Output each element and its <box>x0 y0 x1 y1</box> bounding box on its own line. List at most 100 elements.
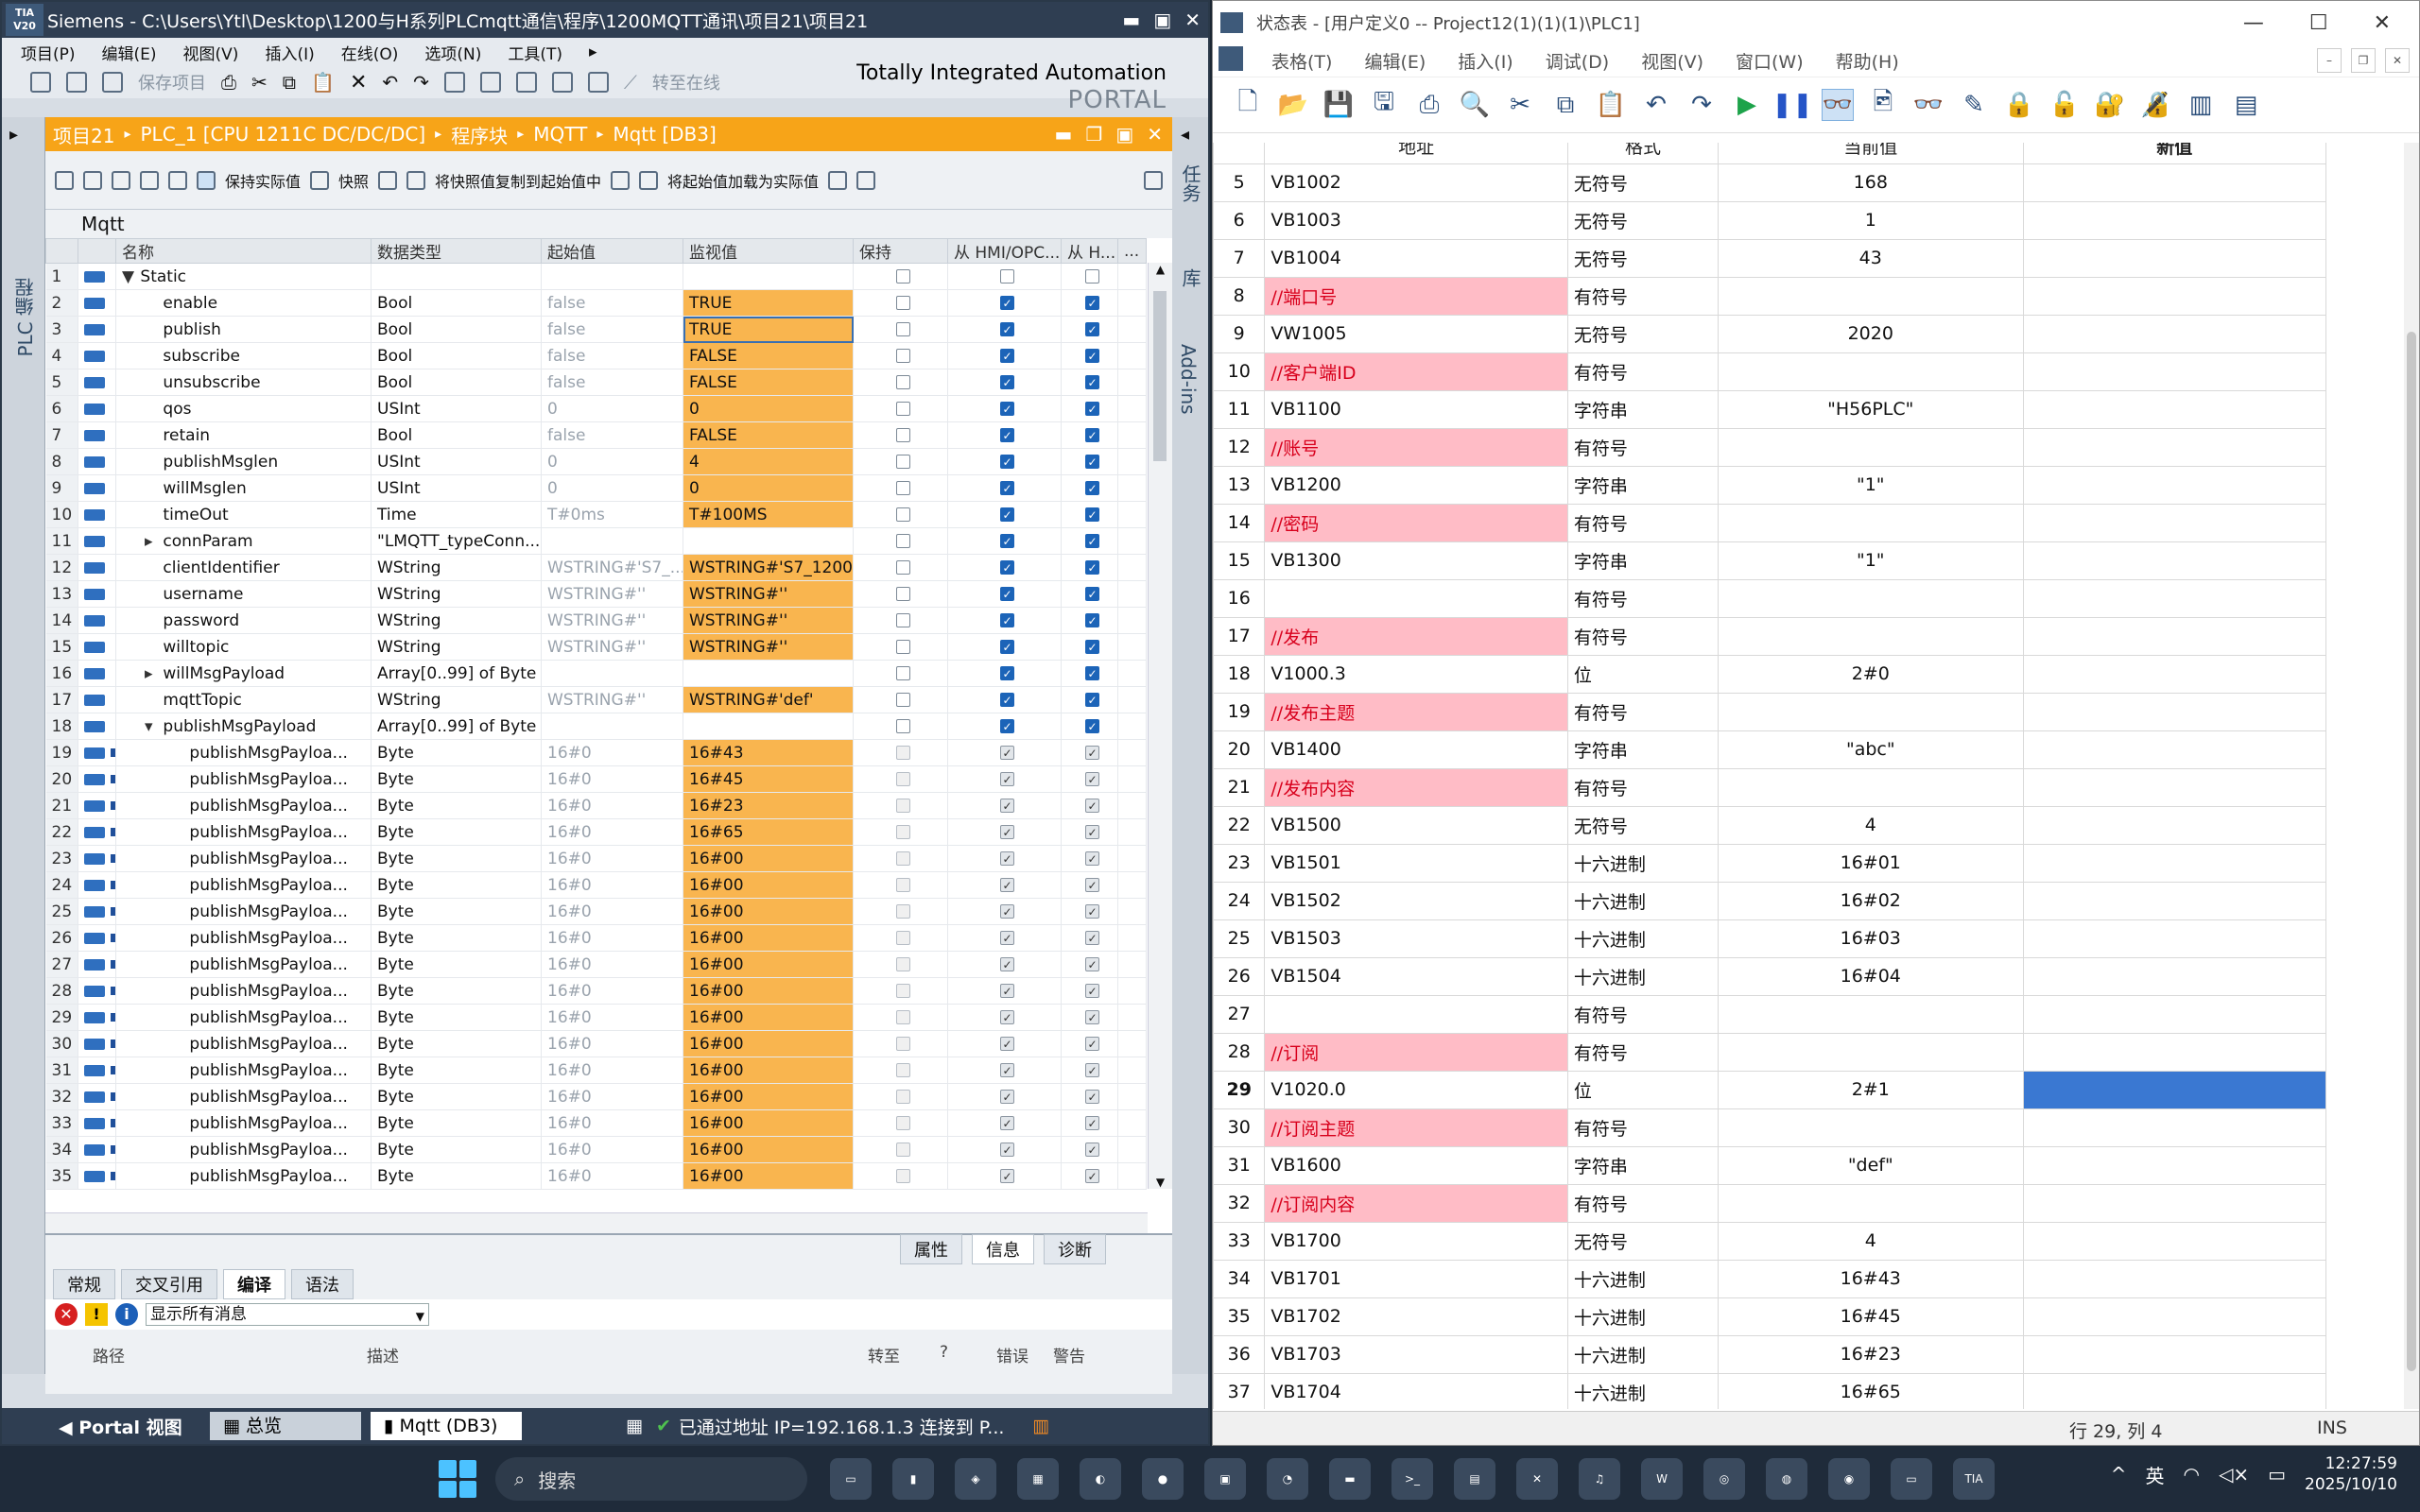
hmi-opc-checkbox[interactable]: ✓ <box>1000 455 1014 469</box>
menu-item[interactable]: 插入(I) <box>1458 48 1512 74</box>
hmi-checkbox[interactable]: ✓ <box>1085 613 1099 627</box>
retain-checkbox[interactable] <box>896 931 910 945</box>
type-cell[interactable]: Array[0..99] of Byte <box>371 660 542 687</box>
status-row[interactable]: 8//端口号 有符号 <box>1213 276 2326 316</box>
hmi-opc-checkbox[interactable]: ✓ <box>1000 693 1014 707</box>
new-value-cell[interactable] <box>2022 427 2326 467</box>
redo-icon[interactable]: ↷ <box>1685 89 1718 121</box>
status-row[interactable]: 32//订阅内容 有符号 <box>1213 1183 2326 1223</box>
hmi-opc-checkbox[interactable]: ✓ <box>1000 507 1014 522</box>
new-value-cell[interactable] <box>2022 1297 2326 1336</box>
expander-icon[interactable]: ▼ <box>122 267 135 286</box>
monitor-value-cell[interactable]: 16#00 <box>683 1004 854 1031</box>
hmi-opc-checkbox[interactable]: ✓ <box>1000 851 1014 866</box>
new-value-cell[interactable] <box>2022 1221 2326 1261</box>
format-cell[interactable]: 字符串 <box>1566 730 1720 769</box>
type-cell[interactable]: WString <box>371 633 542 661</box>
db-row[interactable]: 11 ▸ connParam "LMQTT_typeConn... ✓ ✓ <box>45 527 1147 555</box>
db-row[interactable]: 12 clientIdentifier WString WSTRING#'S7_..… <box>45 554 1147 581</box>
hmi-opc-checkbox[interactable]: ✓ <box>1000 931 1014 945</box>
taskbar-search[interactable]: ⌕ 搜索 <box>495 1457 807 1501</box>
print-icon[interactable]: ⎙ <box>1413 89 1445 121</box>
type-cell[interactable]: WString <box>371 554 542 581</box>
row-number[interactable]: 37 <box>1213 1372 1266 1409</box>
monitor-value-cell[interactable]: 16#00 <box>683 1109 854 1137</box>
type-cell[interactable]: Byte <box>371 818 542 846</box>
start-value-cell[interactable]: 16#0 <box>541 1136 683 1163</box>
db-row[interactable]: 23 publishMsgPayloa... Byte 16#0 16#00 ✓ ✓ <box>45 845 1147 872</box>
word-icon[interactable]: W <box>1641 1458 1683 1500</box>
pause-icon[interactable]: ❚❚ <box>1772 89 1813 121</box>
name-cell[interactable]: ▸ willMsgPayload <box>115 660 372 687</box>
status-row[interactable]: 22 VB1500 无符号 4 <box>1213 805 2326 845</box>
retain-checkbox[interactable] <box>896 746 910 760</box>
menu-item[interactable]: 插入(I) <box>265 41 314 64</box>
monitor-value-cell[interactable]: 16#00 <box>683 845 854 872</box>
db-row[interactable]: 28 publishMsgPayloa... Byte 16#0 16#00 ✓ ✓ <box>45 977 1147 1005</box>
col-retain[interactable]: 保持 <box>853 238 948 264</box>
vt-minimize-icon[interactable]: — <box>2243 11 2264 35</box>
address-cell[interactable]: //订阅内容 <box>1264 1183 1568 1223</box>
monitor-value-cell[interactable]: FALSE <box>683 421 854 449</box>
db-row[interactable]: 2 enable Bool false TRUE ✓ ✓ <box>45 289 1147 317</box>
name-cell[interactable]: publishMsgPayloa... <box>115 1162 372 1190</box>
status-row[interactable]: 10//客户端ID 有符号 <box>1213 352 2326 391</box>
globe-app-icon[interactable]: ◉ <box>1828 1458 1870 1500</box>
row-number[interactable]: 20 <box>1213 730 1266 769</box>
warning-filter-icon[interactable]: ! <box>85 1303 108 1326</box>
row-number[interactable]: 22 <box>1213 805 1266 845</box>
start-value-cell[interactable]: 16#0 <box>541 1004 683 1031</box>
hmi-opc-checkbox[interactable]: ✓ <box>1000 984 1014 998</box>
force-icon[interactable]: 🔒 <box>2003 89 2035 121</box>
db-row[interactable]: 20 publishMsgPayloa... Byte 16#0 16#45 ✓ ✓ <box>45 765 1147 793</box>
trend-icon[interactable]: ▥ <box>2185 89 2217 121</box>
upload-icon[interactable] <box>515 72 537 93</box>
status-row[interactable]: 16 有符号 <box>1213 578 2326 618</box>
keep-actual-values-button[interactable]: 保持实际值 <box>225 169 301 192</box>
copy-icon[interactable]: ⧉ <box>1549 89 1582 121</box>
hmi-opc-checkbox[interactable]: ✓ <box>1000 878 1014 892</box>
hmi-checkbox[interactable]: ✓ <box>1085 560 1099 575</box>
address-cell[interactable]: VW1005 <box>1264 314 1568 353</box>
glasses-icon[interactable]: 👓 <box>1912 89 1945 121</box>
status-row[interactable]: 31 VB1600 字符串 "def" <box>1213 1145 2326 1185</box>
hmi-opc-checkbox[interactable]: ✓ <box>1000 1116 1014 1130</box>
row-number[interactable]: 35 <box>1213 1297 1266 1336</box>
status-row[interactable]: 37 VB1704 十六进制 16#65 <box>1213 1372 2326 1409</box>
subtab-cross-reference[interactable]: 交叉引用 <box>121 1269 217 1299</box>
hmi-checkbox[interactable]: ✓ <box>1085 375 1099 389</box>
menu-item[interactable]: 窗口(W) <box>1736 48 1804 74</box>
menu-item[interactable]: 项目(P) <box>21 41 76 64</box>
save-icon[interactable]: 💾 <box>1322 89 1355 121</box>
status-row[interactable]: 15 VB1300 字符串 "1" <box>1213 541 2326 580</box>
hmi-opc-checkbox[interactable]: ✓ <box>1000 613 1014 627</box>
new-project-icon[interactable] <box>30 72 51 93</box>
address-cell[interactable] <box>1264 994 1568 1034</box>
xmind-icon[interactable]: ✕ <box>1516 1458 1558 1500</box>
retain-checkbox[interactable] <box>896 428 910 442</box>
cut-icon[interactable]: ✂ <box>1504 89 1536 121</box>
type-cell[interactable] <box>371 263 542 290</box>
type-cell[interactable]: WString <box>371 686 542 713</box>
edge-browser-icon[interactable]: ◐ <box>1080 1458 1121 1500</box>
hmi-checkbox[interactable]: ✓ <box>1085 455 1099 469</box>
name-cell[interactable]: publishMsgPayloa... <box>115 898 372 925</box>
monitor-value-cell[interactable]: T#100MS <box>683 501 854 528</box>
row-number[interactable]: 28 <box>1213 1032 1266 1072</box>
row-number[interactable]: 13 <box>1213 465 1266 505</box>
hmi-opc-checkbox[interactable]: ✓ <box>1000 666 1014 680</box>
retain-checkbox[interactable] <box>896 904 910 919</box>
delete-icon[interactable]: ✕ <box>350 71 367 94</box>
address-cell[interactable]: VB1500 <box>1264 805 1568 845</box>
expander-icon[interactable]: ▸ <box>145 664 158 683</box>
name-cell[interactable]: publishMsgPayloa... <box>115 739 372 766</box>
format-cell[interactable]: 有符号 <box>1566 692 1720 731</box>
hmi-checkbox[interactable]: ✓ <box>1085 587 1099 601</box>
hmi-checkbox[interactable]: ✓ <box>1085 1116 1099 1130</box>
start-value-cell[interactable]: false <box>541 316 683 343</box>
mdi-restore-icon[interactable]: ❐ <box>2351 48 2376 73</box>
snapshot-icon[interactable] <box>310 170 330 190</box>
status-row[interactable]: 30//订阅主题 有符号 <box>1213 1108 2326 1147</box>
new-value-cell[interactable] <box>2022 994 2326 1034</box>
chat-app-icon[interactable]: ◎ <box>1703 1458 1745 1500</box>
